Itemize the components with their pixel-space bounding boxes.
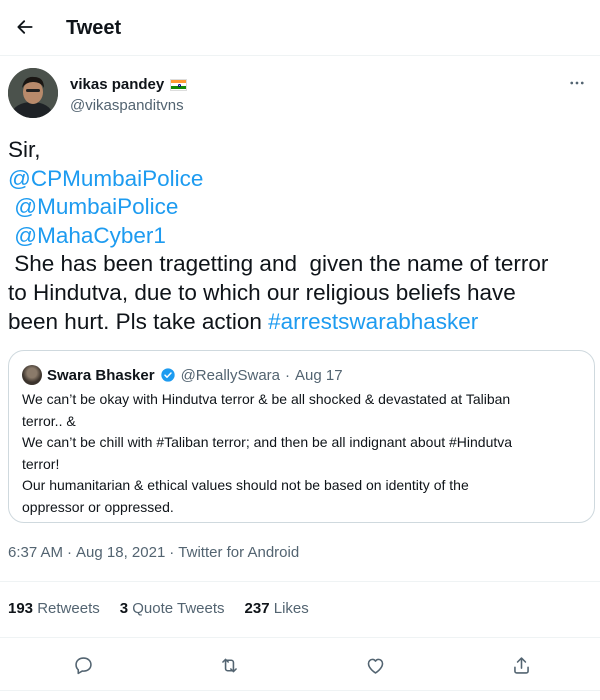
tweet-text-segment: Sir, — [8, 137, 41, 162]
tweet-text-line: @MumbaiPolice — [8, 193, 592, 222]
tweet-text-line: @CPMumbaiPolice — [8, 165, 592, 194]
tweet-date[interactable]: Aug 18, 2021 — [76, 544, 165, 561]
quoted-text-line: terror! — [22, 455, 60, 472]
likes-label: Likes — [273, 600, 309, 617]
quoted-text-line: oppressor or oppressed. — [22, 498, 174, 515]
separator-dot: · — [67, 544, 73, 561]
reply-icon — [74, 656, 92, 674]
verified-badge-icon — [160, 368, 175, 382]
tweet-text-segment: to Hindutva, due to which our religious … — [8, 279, 516, 305]
tweet-text-line: She has been tragetting and given the na… — [8, 250, 592, 279]
author-handle[interactable]: @vikaspanditvns — [70, 97, 184, 114]
like-icon — [367, 658, 383, 674]
tweet-author: vikas pandey @vikaspanditvns — [8, 68, 598, 122]
quote-tweets-label: Quote Tweets — [132, 600, 225, 617]
retweets-label: Retweets — [37, 600, 100, 617]
more-button[interactable] — [562, 68, 592, 98]
like-button[interactable] — [358, 648, 392, 682]
retweets-count: 193 — [8, 600, 34, 617]
share-button[interactable] — [504, 648, 538, 682]
quoted-text-line: Our humanitarian & ethical values should… — [22, 477, 469, 493]
tweet-source[interactable]: Twitter for Android — [178, 544, 299, 561]
likes-stat[interactable]: 237 Likes — [245, 600, 309, 617]
retweet-icon — [221, 658, 237, 672]
more-icon — [570, 81, 584, 85]
tweet-text-segment: been hurt. Pls take action — [8, 308, 269, 334]
back-button[interactable] — [8, 10, 42, 44]
quoted-text-line: We can’t be okay with Hindutva terror & … — [22, 391, 511, 407]
retweet-button[interactable] — [212, 648, 246, 682]
tweet-text: Sir, @CPMumbaiPolice @MumbaiPolice @MahaC… — [8, 136, 592, 336]
likes-count: 237 — [244, 600, 270, 617]
quoted-tweet-header: Swara Bhasker @ReallySwara · Aug 17 — [22, 365, 343, 385]
share-icon — [513, 656, 529, 674]
tweet-time[interactable]: 6:37 AM — [8, 544, 63, 561]
retweets-stat[interactable]: 193 Retweets — [8, 600, 100, 617]
quoted-author-name: Swara Bhasker — [47, 366, 155, 384]
hashtag-link[interactable]: #arrestswarabhasker — [268, 309, 478, 334]
divider — [0, 637, 600, 638]
separator-dot: · — [285, 366, 291, 384]
tweet-text-line: to Hindutva, due to which our religious … — [8, 279, 592, 308]
quoted-tweet[interactable]: Swara Bhasker @ReallySwara · Aug 17 We c… — [8, 350, 595, 523]
divider — [0, 581, 600, 582]
quoted-tweet-text: We can’t be okay with Hindutva terror & … — [22, 389, 582, 518]
avatar[interactable] — [8, 68, 58, 118]
quoted-text-line: terror.. & — [22, 412, 76, 429]
quote-tweets-stat[interactable]: 3 Quote Tweets — [120, 600, 225, 617]
tweet-text-segment: She has been tragetting and given the na… — [8, 251, 549, 277]
quoted-text-line: We can’t be chill with #Taliban terror; … — [22, 434, 513, 450]
tweet-meta: 6:37 AM · Aug 18, 2021 · Twitter for And… — [8, 544, 299, 561]
quoted-author-handle: @ReallySwara — [180, 366, 281, 384]
tweet-header: Tweet — [0, 0, 600, 56]
tweet-actions — [0, 644, 600, 682]
mention-link[interactable]: @MahaCyber1 — [14, 223, 166, 248]
mention-link[interactable]: @MumbaiPolice — [14, 194, 178, 219]
india-flag-icon — [170, 78, 188, 91]
quote-tweets-count: 3 — [119, 600, 129, 617]
separator-dot: · — [169, 544, 175, 561]
quoted-avatar — [22, 365, 42, 385]
page-title: Tweet — [66, 17, 122, 39]
mention-link[interactable]: @CPMumbaiPolice — [8, 166, 203, 191]
tweet-text-line: Sir, — [8, 136, 592, 165]
author-name-text: vikas pandey — [70, 76, 165, 93]
tweet-text-line: been hurt. Pls take action #arrestswarab… — [8, 308, 592, 337]
author-name[interactable]: vikas pandey — [70, 76, 188, 93]
tweet-text-line: @MahaCyber1 — [8, 222, 592, 251]
reply-button[interactable] — [66, 648, 100, 682]
divider — [0, 690, 600, 691]
back-arrow-icon — [17, 20, 33, 34]
tweet-stats: 193 Retweets 3 Quote Tweets 237 Likes — [8, 600, 309, 617]
quoted-date: Aug 17 — [295, 366, 343, 384]
